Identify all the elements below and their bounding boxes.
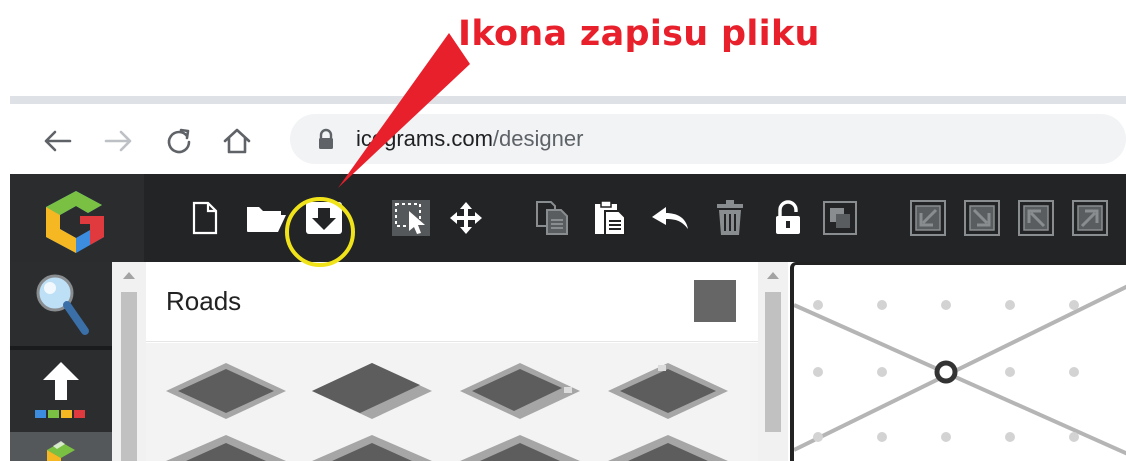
- palette-scrollbar[interactable]: [112, 262, 146, 461]
- undo-icon[interactable]: [648, 198, 692, 238]
- road-tile[interactable]: [608, 363, 728, 419]
- road-tiles-grid: [146, 343, 758, 461]
- roads-panel-header[interactable]: Roads: [146, 262, 758, 342]
- browser-address-bar: icograms.com/designer: [10, 104, 1126, 174]
- annotation-label: Ikona zapisu pliku: [458, 14, 820, 54]
- url-field[interactable]: icograms.com/designer: [290, 114, 1126, 164]
- group-icon[interactable]: [820, 198, 860, 238]
- bring-forward-icon[interactable]: [1014, 198, 1058, 238]
- delete-icon[interactable]: [712, 198, 748, 238]
- shapes-icon[interactable]: [10, 432, 112, 461]
- road-tile[interactable]: [460, 363, 580, 419]
- forward-arrow-icon[interactable]: [102, 126, 136, 156]
- search-icon[interactable]: [10, 262, 112, 346]
- send-to-back-icon[interactable]: [960, 198, 1004, 238]
- new-file-icon[interactable]: [188, 198, 222, 238]
- panel-title: Roads: [166, 286, 242, 316]
- back-arrow-icon[interactable]: [40, 126, 74, 156]
- left-tool-strip: [10, 262, 112, 461]
- scroll-up-arrow-icon[interactable]: [123, 272, 135, 279]
- url-host: icograms.com: [356, 126, 493, 151]
- home-icon[interactable]: [220, 126, 254, 156]
- road-tile[interactable]: [608, 435, 728, 461]
- roads-panel: Roads: [146, 262, 758, 461]
- road-tile[interactable]: [460, 435, 580, 461]
- app-logo[interactable]: [10, 174, 144, 262]
- road-tile[interactable]: [312, 435, 432, 461]
- road-tile[interactable]: [312, 363, 432, 419]
- reload-icon[interactable]: [162, 126, 196, 156]
- upload-icon[interactable]: [10, 350, 112, 430]
- lock-icon: [318, 128, 334, 155]
- scroll-up-arrow-icon[interactable]: [767, 272, 779, 279]
- canvas-anchor-point[interactable]: [934, 360, 958, 384]
- url-path: /designer: [492, 126, 584, 151]
- move-icon[interactable]: [444, 198, 488, 238]
- save-file-icon[interactable]: [302, 198, 346, 238]
- send-backward-icon[interactable]: [906, 198, 950, 238]
- design-canvas[interactable]: [790, 262, 1126, 461]
- paste-icon[interactable]: [590, 198, 630, 238]
- bring-to-front-icon[interactable]: [1068, 198, 1112, 238]
- road-tile[interactable]: [166, 363, 286, 419]
- lock-object-icon[interactable]: [770, 198, 806, 238]
- select-icon[interactable]: [388, 198, 434, 238]
- road-tile[interactable]: [166, 435, 286, 461]
- browser-tabstrip-edge: [10, 96, 1126, 104]
- app-toolbar: [10, 174, 1126, 262]
- panel-color-swatch[interactable]: [694, 280, 736, 322]
- open-folder-icon[interactable]: [244, 198, 288, 238]
- panel-scrollbar[interactable]: [758, 262, 788, 461]
- scrollbar-thumb[interactable]: [765, 292, 781, 432]
- copy-icon[interactable]: [532, 198, 572, 238]
- scrollbar-thumb[interactable]: [121, 292, 137, 461]
